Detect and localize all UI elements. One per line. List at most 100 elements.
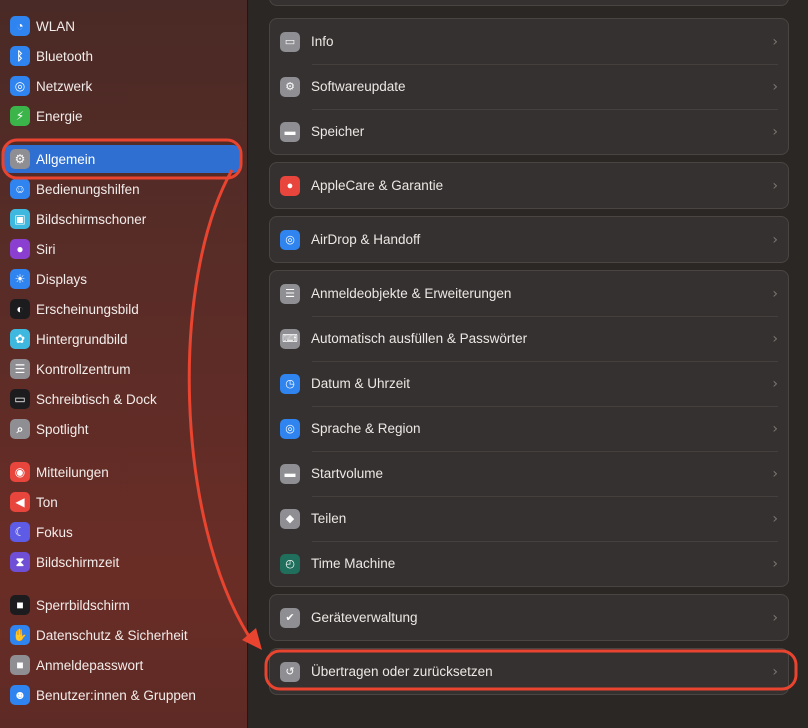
- storage-icon: ▬: [280, 121, 300, 142]
- sidebar-item-siri[interactable]: ● Siri: [4, 235, 240, 263]
- sidebar-item-label: Netzwerk: [36, 78, 93, 94]
- flower-icon: ✿: [10, 329, 30, 349]
- sidebar-item-hintergrundbild[interactable]: ✿ Hintergrundbild: [4, 325, 240, 353]
- sidebar-item-bedienungshilfen[interactable]: ☺ Bedienungshilfen: [4, 175, 240, 203]
- calendar-clock-icon: ◷: [280, 373, 300, 394]
- sun-icon: ☀: [10, 269, 30, 289]
- sidebar-item-label: Allgemein: [36, 151, 96, 167]
- sidebar-item-energie[interactable]: ⚡ Energie: [4, 102, 240, 130]
- list-icon: ☰: [280, 283, 300, 304]
- screensaver-icon: ▣: [10, 209, 30, 229]
- sidebar-item-benutzer-innen-gruppen[interactable]: ☻ Benutzer:innen & Gruppen: [4, 681, 240, 709]
- settings-row-label: Anmeldeobjekte & Erweiterungen: [311, 286, 512, 301]
- sharing-icon: ◆: [280, 508, 300, 529]
- settings-row-globe[interactable]: ◎ Sprache & Region ›: [270, 406, 788, 451]
- sidebar-item-label: Datenschutz & Sicherheit: [36, 627, 188, 643]
- sidebar-item-bluetooth[interactable]: ᛒ Bluetooth: [4, 42, 240, 70]
- sidebar-item-spotlight[interactable]: ⌕ Spotlight: [4, 415, 240, 443]
- settings-row-label: Sprache & Region: [311, 421, 421, 436]
- sidebar: ◔ WLAN ᛒ Bluetooth ◎ Netzwerk ⚡ Energie ⚙ Allgeme…: [0, 0, 248, 728]
- settings-row-sharing[interactable]: ◆ Teilen ›: [270, 496, 788, 541]
- airdrop-icon: ◎: [280, 229, 300, 250]
- sidebar-item-label: Erscheinungsbild: [36, 301, 139, 317]
- settings-row-apple[interactable]: ● AppleCare & Garantie ›: [270, 163, 788, 208]
- sidebar-item-label: Energie: [36, 108, 83, 124]
- sidebar-item-bildschirmzeit[interactable]: ⧗ Bildschirmzeit: [4, 548, 240, 576]
- sidebar-item-label: Ton: [36, 494, 58, 510]
- sidebar-item-label: Bluetooth: [36, 48, 94, 64]
- dock-icon: ▭: [10, 389, 30, 409]
- info-icon: ▭: [280, 31, 300, 52]
- globe-icon: ◎: [280, 418, 300, 439]
- settings-row-info[interactable]: ▭ Info ›: [270, 19, 788, 64]
- lock-icon: ■: [10, 655, 30, 675]
- chevron-right-icon: ›: [772, 510, 778, 527]
- settings-row-label: Übertragen oder zurücksetzen: [311, 664, 493, 679]
- chevron-right-icon: ›: [772, 78, 778, 95]
- sidebar-item-label: Fokus: [36, 524, 73, 540]
- hourglass-icon: ⧗: [10, 552, 30, 572]
- wifi-icon: ◔: [10, 16, 30, 36]
- sidebar-item-label: WLAN: [36, 18, 76, 34]
- sidebar-item-label: Spotlight: [36, 421, 89, 437]
- gear-icon: ⚙: [10, 149, 30, 169]
- sidebar-item-label: Displays: [36, 271, 88, 287]
- chevron-right-icon: ›: [772, 231, 778, 248]
- sidebar-item-label: Mitteilungen: [36, 464, 109, 480]
- sidebar-item-ton[interactable]: ◀ Ton: [4, 488, 240, 516]
- chevron-right-icon: ›: [772, 465, 778, 482]
- sidebar-item-anmeldepasswort[interactable]: ■ Anmeldepasswort: [4, 651, 240, 679]
- settings-row-storage[interactable]: ▬ Speicher ›: [270, 109, 788, 154]
- settings-row-shield-check[interactable]: ✔ Geräteverwaltung ›: [270, 595, 788, 640]
- settings-row-timemachine[interactable]: ◴ Time Machine ›: [270, 541, 788, 586]
- sidebar-item-label: Kontrollzentrum: [36, 361, 131, 377]
- settings-row-calendar-clock[interactable]: ◷ Datum & Uhrzeit ›: [270, 361, 788, 406]
- sidebar-item-label: Schreibtisch & Dock: [36, 391, 157, 407]
- users-icon: ☻: [10, 685, 30, 705]
- settings-row-airdrop[interactable]: ◎ AirDrop & Handoff ›: [270, 217, 788, 262]
- disk-icon: ▬: [280, 463, 300, 484]
- settings-row-label: Info: [311, 34, 334, 49]
- settings-row-reset[interactable]: ↺ Übertragen oder zurücksetzen ›: [270, 649, 788, 694]
- sidebar-item-erscheinungsbild[interactable]: ◐ Erscheinungsbild: [4, 295, 240, 323]
- sidebar-item-datenschutz-sicherheit[interactable]: ✋ Datenschutz & Sicherheit: [4, 621, 240, 649]
- sidebar-item-allgemein[interactable]: ⚙ Allgemein: [4, 145, 240, 173]
- settings-row-label: Automatisch ausfüllen & Passwörter: [311, 331, 528, 346]
- settings-group: ▭ Info › ⚙ Softwareupdate › ▬ Speicher ›: [269, 18, 789, 155]
- bolt-icon: ⚡: [10, 106, 30, 126]
- settings-group: ↺ Übertragen oder zurücksetzen ›: [269, 648, 789, 695]
- settings-row-softwareupdate[interactable]: ⚙ Softwareupdate ›: [270, 64, 788, 109]
- top-partial-group: [269, 0, 789, 6]
- sidebar-item-wlan[interactable]: ◔ WLAN: [4, 12, 240, 40]
- sidebar-item-displays[interactable]: ☀ Displays: [4, 265, 240, 293]
- sidebar-item-kontrollzentrum[interactable]: ☰ Kontrollzentrum: [4, 355, 240, 383]
- settings-row-disk[interactable]: ▬ Startvolume ›: [270, 451, 788, 496]
- sidebar-item-schreibtisch-dock[interactable]: ▭ Schreibtisch & Dock: [4, 385, 240, 413]
- sidebar-item-label: Sperrbildschirm: [36, 597, 130, 613]
- settings-row-keyboard[interactable]: ⌨ Automatisch ausfüllen & Passwörter ›: [270, 316, 788, 361]
- settings-row-label: Time Machine: [311, 556, 396, 571]
- sidebar-item-label: Bildschirmschoner: [36, 211, 147, 227]
- settings-row-label: Softwareupdate: [311, 79, 406, 94]
- chevron-right-icon: ›: [772, 285, 778, 302]
- sidebar-item-bildschirmschoner[interactable]: ▣ Bildschirmschoner: [4, 205, 240, 233]
- toggles-icon: ☰: [10, 359, 30, 379]
- chevron-right-icon: ›: [772, 663, 778, 680]
- sidebar-item-label: Siri: [36, 241, 56, 257]
- settings-row-label: AppleCare & Garantie: [311, 178, 444, 193]
- chevron-right-icon: ›: [772, 33, 778, 50]
- settings-row-label: Geräteverwaltung: [311, 610, 418, 625]
- chevron-right-icon: ›: [772, 177, 778, 194]
- sidebar-item-label: Bildschirmzeit: [36, 554, 120, 570]
- chevron-right-icon: ›: [772, 609, 778, 626]
- sidebar-item-label: Anmeldepasswort: [36, 657, 144, 673]
- sidebar-item-fokus[interactable]: ☾ Fokus: [4, 518, 240, 546]
- keyboard-icon: ⌨: [280, 328, 300, 349]
- magnifier-icon: ⌕: [10, 419, 30, 439]
- sidebar-item-netzwerk[interactable]: ◎ Netzwerk: [4, 72, 240, 100]
- globe-icon: ◎: [10, 76, 30, 96]
- sidebar-item-mitteilungen[interactable]: ◉ Mitteilungen: [4, 458, 240, 486]
- sidebar-item-sperrbildschirm[interactable]: ■ Sperrbildschirm: [4, 591, 240, 619]
- settings-row-list[interactable]: ☰ Anmeldeobjekte & Erweiterungen ›: [270, 271, 788, 316]
- bluetooth-icon: ᛒ: [10, 46, 30, 66]
